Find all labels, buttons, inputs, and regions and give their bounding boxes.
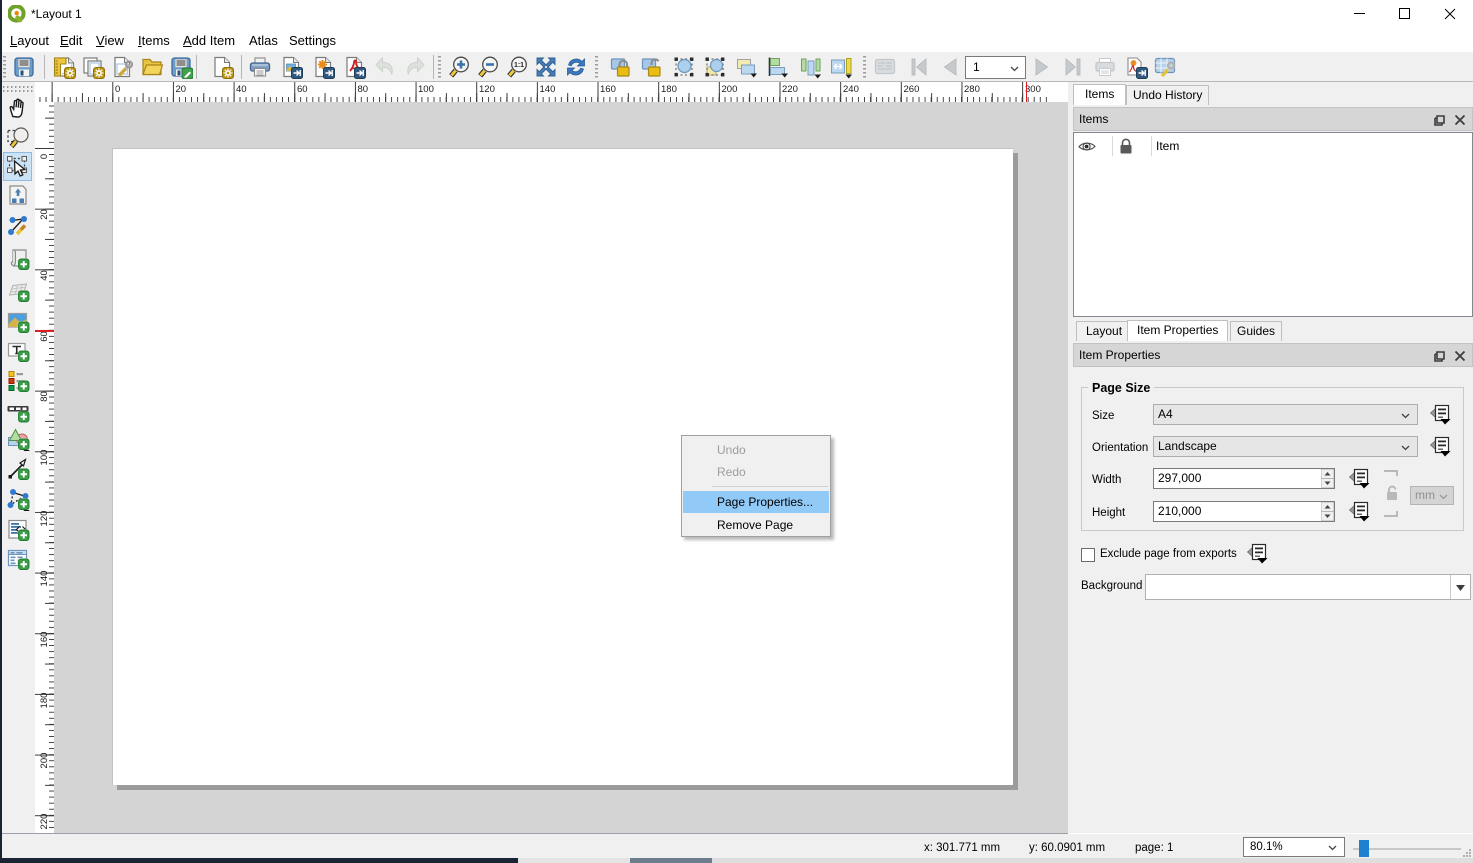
svg-text:1:1: 1:1	[514, 62, 524, 69]
